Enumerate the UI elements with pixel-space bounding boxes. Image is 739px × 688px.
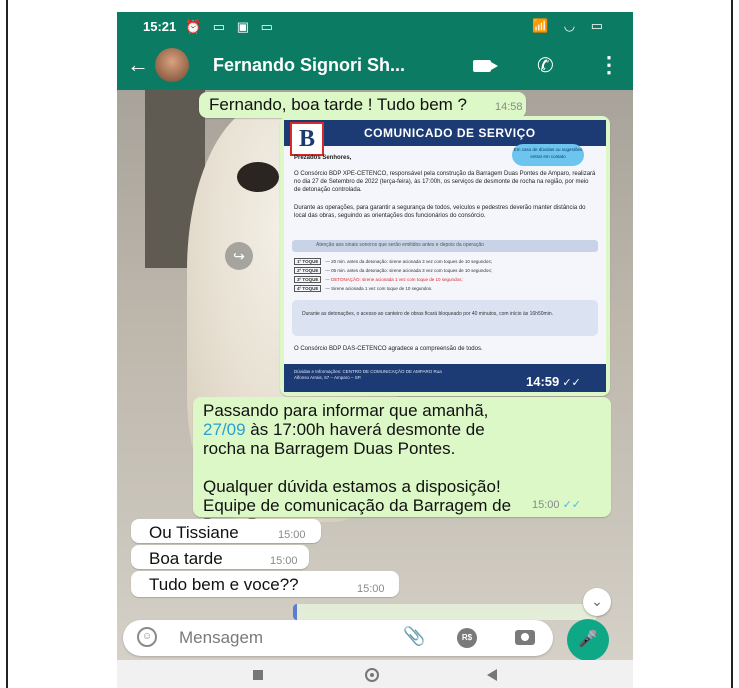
frame-border-right (731, 0, 733, 688)
image-message[interactable]: B COMUNICADO DE SERVIÇO Em caso de dúvid… (280, 116, 610, 396)
message-outgoing[interactable]: Fernando, boa tarde ! Tudo bem ? 14:58 ✓… (199, 92, 526, 118)
message-text: Fernando, boa tarde ! Tudo bem ? (209, 95, 468, 114)
poster-title: COMUNICADO DE SERVIÇO (364, 126, 536, 140)
message-input-bar[interactable]: ☺ Mensagem 📎 R$ (123, 620, 553, 656)
poster-greeting: Prezados Senhores, (294, 155, 352, 161)
message-time: 15:00 (357, 583, 385, 595)
poster-paragraph: Durante as operações, para garantir a se… (294, 205, 586, 219)
message-incoming[interactable]: Ou Tissiane 15:00 (131, 519, 321, 543)
service-notice-image[interactable]: B COMUNICADO DE SERVIÇO Em caso de dúvid… (284, 120, 606, 392)
message-time: 15:00 ✓✓ (532, 499, 582, 511)
video-call-icon[interactable] (473, 60, 498, 72)
contact-name[interactable]: Fernando Signori Sh... (213, 55, 405, 76)
phone-screen: 15:21 ⏰ ▭ ▣ ▭ 📶 ◡ ▭ ← Fernando Signori S… (117, 12, 633, 688)
message-text: Tudo bem e voce?? (149, 575, 299, 594)
message-time: 15:00 (278, 529, 306, 541)
wallpaper-dog-eye (237, 162, 279, 192)
message-outgoing[interactable]: Passando para informar que amanhã, 27/09… (193, 397, 611, 534)
status-notification-icons: ⏰ ▭ ▣ ▭ (185, 19, 277, 34)
message-text: Ou Tissiane (149, 523, 239, 542)
message-incoming[interactable]: Boa tarde 15:00 (131, 545, 309, 569)
microphone-icon[interactable]: 🎤 (567, 619, 609, 661)
message-input[interactable]: Mensagem (179, 628, 263, 648)
attach-icon[interactable]: 📎 (403, 626, 425, 647)
poster-signal-row: 2º TOQUE — 05 min. antes da detonação: si… (294, 267, 492, 274)
back-arrow-icon[interactable]: ← (127, 52, 149, 78)
status-system-icons: 📶 ◡ ▭ (531, 18, 609, 33)
poster-attention-text: Atenção aos sinais sonoros que serão emi… (316, 242, 484, 248)
scroll-down-icon[interactable]: ⌄ (583, 588, 611, 616)
status-bar: 15:21 ⏰ ▭ ▣ ▭ 📶 ◡ ▭ (117, 12, 633, 40)
recent-apps-icon[interactable] (253, 670, 263, 680)
frame-border-left (6, 0, 8, 688)
poster-signal-row: 1º TOQUE — 20 min. antes da detonação: si… (294, 258, 492, 265)
message-time: 14:58 ✓✓ (495, 101, 523, 113)
poster-info-box (292, 300, 598, 336)
read-ticks-icon: ✓✓ (562, 377, 581, 389)
read-ticks-icon: ✓✓ (562, 499, 582, 511)
poster-paragraph: O Consórcio BDP XPE-CETENCO, responsável… (294, 171, 596, 193)
more-options-icon[interactable]: ⋮ (598, 52, 620, 78)
voice-call-icon[interactable]: ✆ (537, 53, 554, 78)
android-nav-bar (117, 660, 633, 688)
poster-thanks: O Consórcio BDP DAS-CETENCO agradece a c… (294, 346, 483, 352)
partially-hidden-message (293, 604, 597, 620)
poster-footer-text: Dúvidas e Informações: CENTRO DE COMUNIC… (294, 369, 442, 380)
payment-icon[interactable]: R$ (457, 628, 477, 648)
poster-info-text: Durante as detonações, o acesso ao cante… (302, 311, 553, 317)
message-time: 15:00 (270, 555, 298, 567)
message-incoming[interactable]: Tudo bem e voce?? 15:00 (131, 571, 399, 597)
nav-back-icon[interactable] (487, 669, 497, 681)
message-time: 14:59 ✓✓ (526, 374, 581, 389)
contact-avatar[interactable] (155, 48, 189, 82)
chat-header: ← Fernando Signori Sh... ✆ ⋮ (117, 40, 633, 90)
camera-icon[interactable] (515, 630, 535, 645)
bdp-logo: B (290, 122, 324, 156)
home-icon[interactable] (365, 668, 379, 682)
message-date-link[interactable]: 27/09 (203, 420, 246, 439)
poster-signal-row: 3º TOQUE — DETONAÇÃO: sirene acionada 1 v… (294, 276, 463, 283)
message-text: Passando para informar que amanhã, 27/09… (203, 401, 512, 534)
share-forward-icon[interactable]: ↪ (225, 242, 253, 270)
message-text: Boa tarde (149, 549, 223, 568)
emoji-icon[interactable]: ☺ (137, 627, 157, 647)
status-time: 15:21 (143, 19, 177, 34)
poster-signal-row: 4º TOQUE — Sirene acionada 1 vez com toqu… (294, 285, 432, 292)
